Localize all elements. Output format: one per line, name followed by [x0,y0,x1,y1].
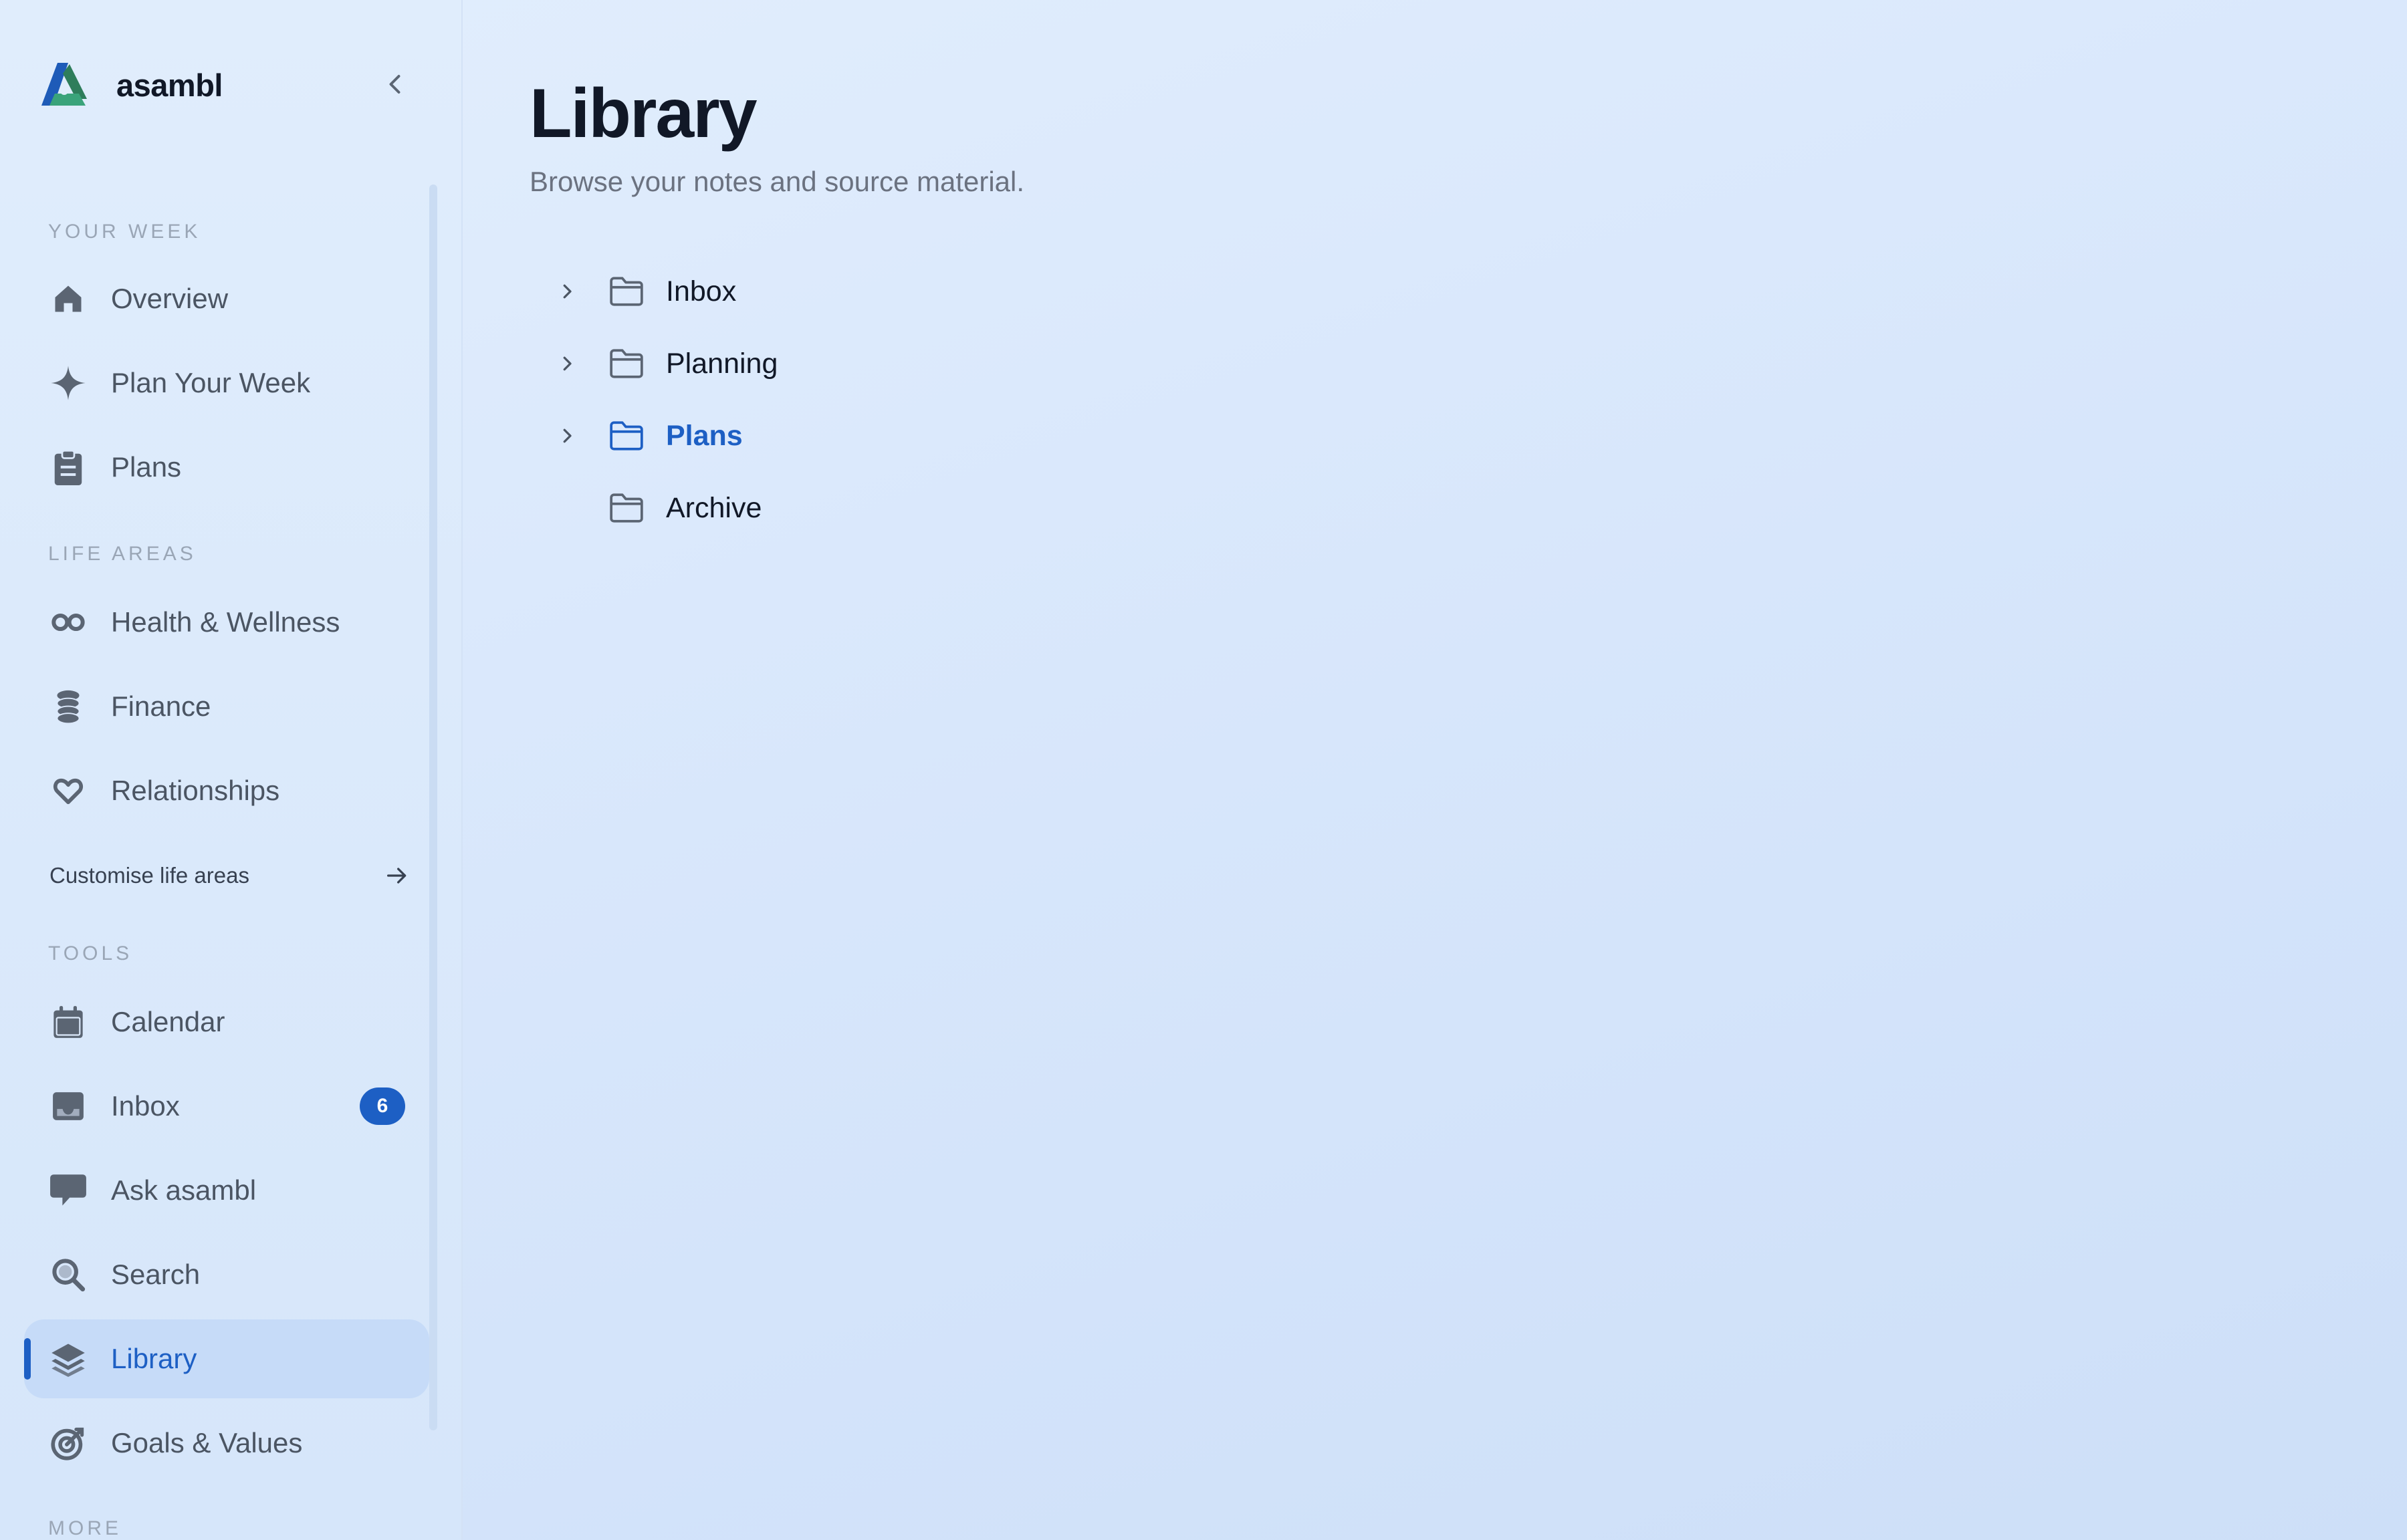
sidebar-item-plan-your-week[interactable]: Plan Your Week [24,344,429,422]
folder-label: Planning [666,347,778,380]
folder-icon [607,272,646,311]
folder-row-archive[interactable]: Archive [552,481,762,535]
brand[interactable]: asambl [37,59,223,111]
customise-life-areas-link[interactable]: Customise life areas [49,854,411,897]
clipboard-icon [49,448,87,486]
sidebar-item-finance[interactable]: Finance [24,667,429,746]
sidebar-item-label: Inbox [111,1090,180,1122]
active-indicator [24,1338,31,1380]
home-icon [49,280,87,317]
sidebar-item-overview[interactable]: Overview [24,259,429,338]
folder-row-plans[interactable]: Plans [552,409,743,463]
page-title: Library [530,75,758,152]
search-icon [49,1256,87,1293]
sidebar-item-label: Plans [111,451,182,483]
sidebar-item-label: Health & Wellness [111,606,340,638]
section-title-your-week: YOUR WEEK [48,221,201,243]
sidebar-item-label: Ask asambl [111,1174,257,1206]
sidebar-item-inbox[interactable]: Inbox 6 [24,1067,429,1146]
main-content: Library Browse your notes and source mat… [463,0,2407,1540]
sidebar-item-plans[interactable]: Plans [24,428,429,507]
folder-label: Archive [666,491,762,524]
asambl-logo [41,63,87,106]
chat-icon [49,1172,87,1209]
heart-icon [49,772,87,809]
chevron-right-icon[interactable] [552,277,582,306]
chevron-right-icon[interactable] [552,421,582,451]
sidebar-item-calendar[interactable]: Calendar [24,983,429,1061]
arrow-right-icon [387,868,407,884]
folder-icon [607,489,646,527]
sidebar-scrollbar[interactable] [429,184,437,1430]
target-icon [49,1424,87,1462]
sidebar-item-label: Search [111,1259,201,1290]
layers-icon [49,1340,87,1378]
sidebar-item-search[interactable]: Search [24,1235,429,1314]
page-subtitle: Browse your notes and source material. [530,166,1025,197]
coins-icon [49,688,87,725]
folder-icon [607,344,646,383]
inbox-icon [49,1087,87,1125]
chevron-left-icon [389,75,400,94]
sidebar-item-label: Relationships [111,775,280,806]
sidebar: asambl YOUR WEEK Overview Plan Your Week… [0,0,463,1540]
section-title-life-areas: LIFE AREAS [48,543,197,565]
chevron-right-icon[interactable] [552,349,582,378]
folder-label: Inbox [666,275,737,307]
sidebar-item-health-wellness[interactable]: Health & Wellness [24,583,429,662]
sidebar-item-ask-asambl[interactable]: Ask asambl [24,1151,429,1230]
folder-label: Plans [666,419,743,452]
customise-life-areas-label: Customise life areas [49,863,249,888]
section-title-tools: TOOLS [48,942,133,965]
sidebar-item-label: Calendar [111,1006,225,1037]
sidebar-item-label: Overview [111,283,229,314]
sidebar-item-label: Plan Your Week [111,367,311,398]
sidebar-item-label: Finance [111,690,211,722]
folder-row-inbox[interactable]: Inbox [552,265,736,318]
calendar-icon [49,1003,87,1041]
section-title-more: MORE [48,1517,122,1539]
sidebar-item-label: Goals & Values [111,1427,303,1458]
sparkle-icon [49,364,87,402]
folder-icon [607,416,646,455]
app-name: asambl [116,67,223,103]
sidebar-item-goals-values[interactable]: Goals & Values [24,1404,429,1483]
sidebar-item-relationships[interactable]: Relationships [24,751,429,830]
sidebar-item-label: Library [111,1343,197,1374]
folder-row-planning[interactable]: Planning [552,337,778,390]
infinity-icon [49,604,87,641]
collapse-sidebar-button[interactable] [376,64,416,104]
sidebar-item-library[interactable]: Library [24,1319,429,1398]
inbox-count-badge: 6 [360,1087,405,1125]
